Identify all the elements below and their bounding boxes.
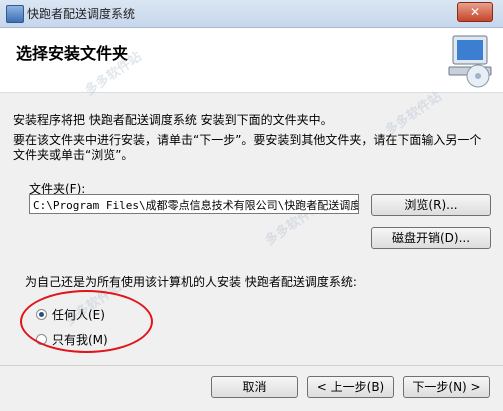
window-title: 快跑者配送调度系统 [27, 7, 136, 21]
next-button[interactable]: 下一步(N) > [403, 376, 490, 398]
disk-cost-button[interactable]: 磁盘开销(D)... [371, 227, 491, 249]
back-button[interactable]: < 上一步(B) [307, 376, 394, 398]
title-bar: 快跑者配送调度系统 ✕ [0, 0, 503, 28]
folder-path-input[interactable]: C:\Program Files\成都零点信息技术有限公司\快跑者配送调度 [29, 194, 359, 214]
button-bar: 取消 < 上一步(B) 下一步(N) > [0, 365, 503, 411]
browse-button[interactable]: 浏览(R)... [371, 194, 491, 216]
watermark: 多多软件站 [382, 89, 445, 139]
cancel-button[interactable]: 取消 [211, 376, 298, 398]
computer-cd-icon [448, 35, 492, 88]
red-highlight-ellipse [20, 290, 153, 353]
intro-text: 安装程序将把 快跑者配送调度系统 安装到下面的文件夹中。 [13, 113, 333, 127]
instruction-text: 要在该文件夹中进行安装，请单击“下一步”。要安装到其他文件夹，请在下面输入另一个… [13, 133, 482, 162]
content-area: 多多软件站 多多软件站 多多软件站 多多软件站 安装程序将把 快跑者配送调度系统… [0, 49, 503, 365]
header-banner: 选择安装文件夹 [0, 28, 503, 93]
install-scope-question: 为自己还是为所有使用该计算机的人安装 快跑者配送调度系统: [25, 275, 357, 289]
installer-icon [6, 5, 24, 23]
close-button[interactable]: ✕ [457, 2, 493, 22]
